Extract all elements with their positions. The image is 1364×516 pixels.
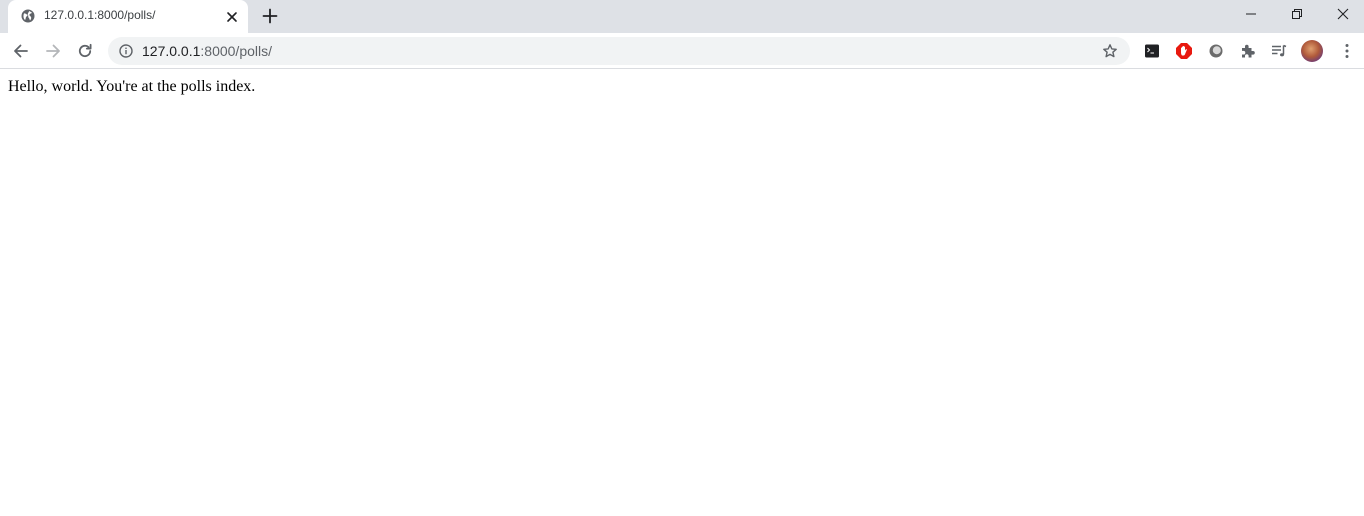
minimize-button[interactable] [1228, 0, 1274, 28]
menu-dots-icon[interactable] [1338, 42, 1356, 60]
url-path: :8000/polls/ [200, 43, 272, 59]
url-text[interactable]: 127.0.0.1:8000/polls/ [142, 43, 272, 59]
profile-avatar[interactable] [1301, 40, 1323, 62]
browser-toolbar: 127.0.0.1:8000/polls/ [0, 33, 1364, 69]
info-icon[interactable] [119, 44, 133, 58]
media-queue-icon[interactable] [1270, 42, 1288, 60]
puzzle-extension-icon[interactable] [1239, 42, 1257, 60]
url-host: 127.0.0.1 [142, 43, 201, 59]
new-tab-button[interactable] [260, 6, 280, 26]
back-arrow-icon [14, 44, 28, 58]
browser-tab[interactable]: 127.0.0.1:8000/polls/ [8, 0, 248, 33]
page-viewport: Hello, world. You're at the polls index. [0, 70, 1364, 516]
terminal-extension-icon[interactable] [1143, 42, 1161, 60]
reload-button[interactable] [72, 38, 98, 64]
back-button[interactable] [8, 38, 34, 64]
forward-button[interactable] [40, 38, 66, 64]
restore-button[interactable] [1274, 0, 1320, 28]
restore-icon [1292, 9, 1302, 19]
tab-strip: 127.0.0.1:8000/polls/ [0, 0, 1364, 33]
page-body-text: Hello, world. You're at the polls index. [8, 78, 256, 95]
tab-close-icon[interactable] [224, 9, 240, 25]
reload-icon [78, 43, 92, 58]
tab-title: 127.0.0.1:8000/polls/ [44, 8, 156, 22]
address-bar[interactable]: 127.0.0.1:8000/polls/ [108, 37, 1130, 65]
minimize-icon [1246, 13, 1256, 15]
window-close-button[interactable] [1320, 0, 1364, 28]
adblock-extension-icon[interactable] [1175, 42, 1193, 60]
forward-arrow-icon [46, 44, 60, 58]
circle-extension-icon[interactable] [1207, 42, 1225, 60]
close-icon [1337, 8, 1349, 20]
globe-icon [21, 9, 35, 23]
star-icon[interactable] [1102, 43, 1118, 59]
